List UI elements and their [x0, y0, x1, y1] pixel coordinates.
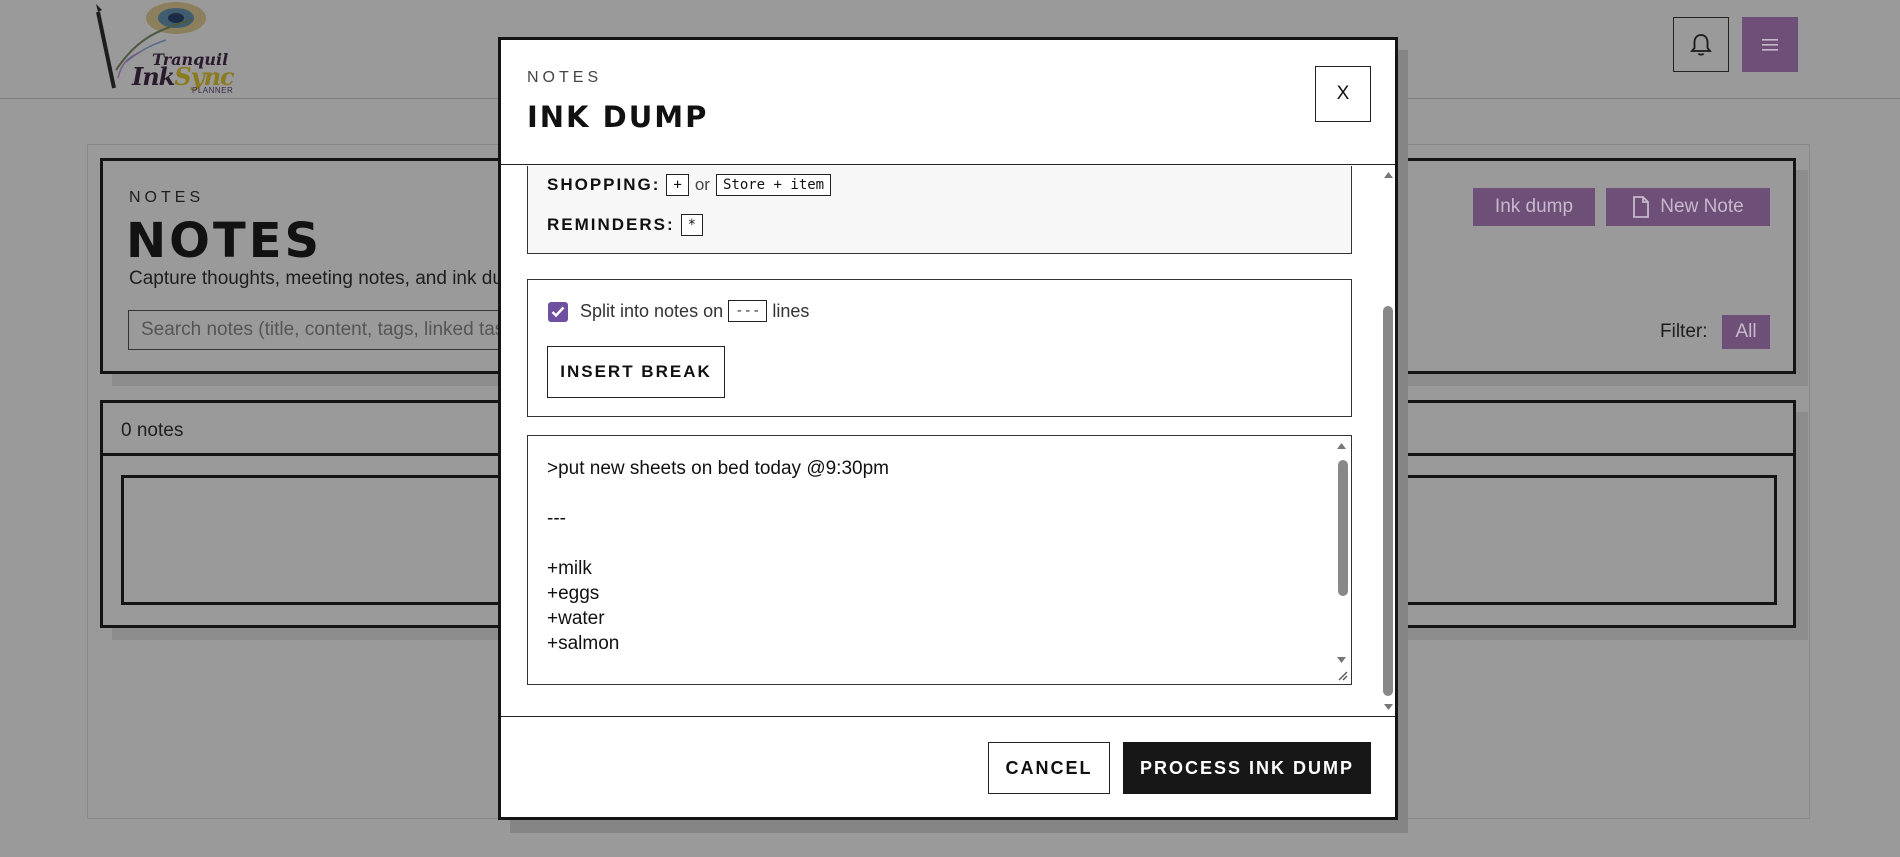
textarea-line: +salmon	[547, 633, 620, 654]
syntax-legend: SHOPPING: + or Store + item REMINDERS: *	[527, 166, 1352, 254]
close-button[interactable]: X	[1315, 66, 1371, 122]
textarea-line: ---	[547, 508, 566, 529]
process-ink-dump-button[interactable]: PROCESS INK DUMP	[1123, 742, 1371, 794]
textarea-content: >put new sheets on bed today @9:30pm --- +…	[547, 456, 889, 656]
notifications-button[interactable]	[1673, 17, 1729, 72]
page-subtitle: Capture thoughts, meeting notes, and ink…	[129, 268, 503, 289]
cancel-button[interactable]: CANCEL	[988, 742, 1110, 794]
textarea-line	[547, 481, 889, 506]
insert-break-button[interactable]: INSERT BREAK	[547, 346, 725, 398]
resize-handle-icon[interactable]	[1335, 668, 1349, 682]
new-note-label: New Note	[1660, 196, 1744, 217]
separator-key: ---	[728, 300, 768, 322]
modal-eyebrow: NOTES	[527, 69, 603, 86]
textarea-line: +water	[547, 608, 605, 629]
new-note-button[interactable]: New Note	[1606, 188, 1770, 226]
checkmark-icon	[551, 306, 565, 318]
search-input[interactable]: Search notes (title, content, tags, link…	[128, 310, 548, 350]
shopping-label: SHOPPING:	[547, 175, 661, 194]
textarea-line: +milk	[547, 558, 592, 579]
split-label-after: lines	[772, 300, 810, 321]
ink-dump-textarea[interactable]: >put new sheets on bed today @9:30pm --- +…	[527, 435, 1352, 685]
ink-dump-modal: NOTES INK DUMP X SHOPPING: + or Store + …	[498, 37, 1398, 820]
bell-icon	[1690, 33, 1712, 56]
legend-reminders: REMINDERS: *	[547, 214, 704, 236]
textarea-scroll-thumb[interactable]	[1338, 460, 1348, 596]
menu-button[interactable]	[1742, 17, 1798, 72]
ink-dump-button[interactable]: Ink dump	[1473, 188, 1595, 226]
split-checkbox[interactable]	[548, 302, 568, 322]
modal-footer: CANCEL PROCESS INK DUMP	[501, 716, 1395, 820]
logo-text-ink: Ink	[132, 62, 175, 91]
or-text: or	[694, 175, 710, 194]
hamburger-menu-icon	[1762, 38, 1778, 51]
reminders-label: REMINDERS:	[547, 215, 675, 234]
page-eyebrow: NOTES	[129, 189, 205, 206]
modal-body: SHOPPING: + or Store + item REMINDERS: *…	[501, 166, 1397, 716]
modal-scrollbar[interactable]	[1381, 166, 1396, 716]
modal-header: NOTES INK DUMP X	[501, 40, 1395, 165]
modal-title: INK DUMP	[527, 100, 709, 134]
filter-all-button[interactable]: All	[1722, 315, 1770, 349]
legend-shopping: SHOPPING: + or Store + item	[547, 174, 832, 196]
logo-text-planner: PLANNER	[192, 86, 234, 95]
split-options: Split into notes on --- lines INSERT BRE…	[527, 279, 1352, 417]
textarea-scrollbar[interactable]	[1334, 438, 1349, 668]
reminders-key: *	[680, 214, 704, 236]
textarea-line: +eggs	[547, 583, 600, 604]
filter-label: Filter:	[1660, 321, 1708, 342]
split-label-before: Split into notes on	[580, 300, 724, 321]
document-icon	[1633, 196, 1650, 218]
modal-scroll-thumb[interactable]	[1383, 306, 1393, 696]
textarea-line	[547, 531, 889, 556]
page-title: NOTES	[126, 213, 323, 269]
shopping-key: +	[666, 174, 689, 196]
shopping-alt-key: Store + item	[715, 174, 832, 196]
textarea-line: >put new sheets on bed today @9:30pm	[547, 458, 889, 479]
logo[interactable]: Tranquil InkSync PLANNER	[96, 0, 236, 98]
split-label: Split into notes on --- lines	[580, 300, 809, 322]
